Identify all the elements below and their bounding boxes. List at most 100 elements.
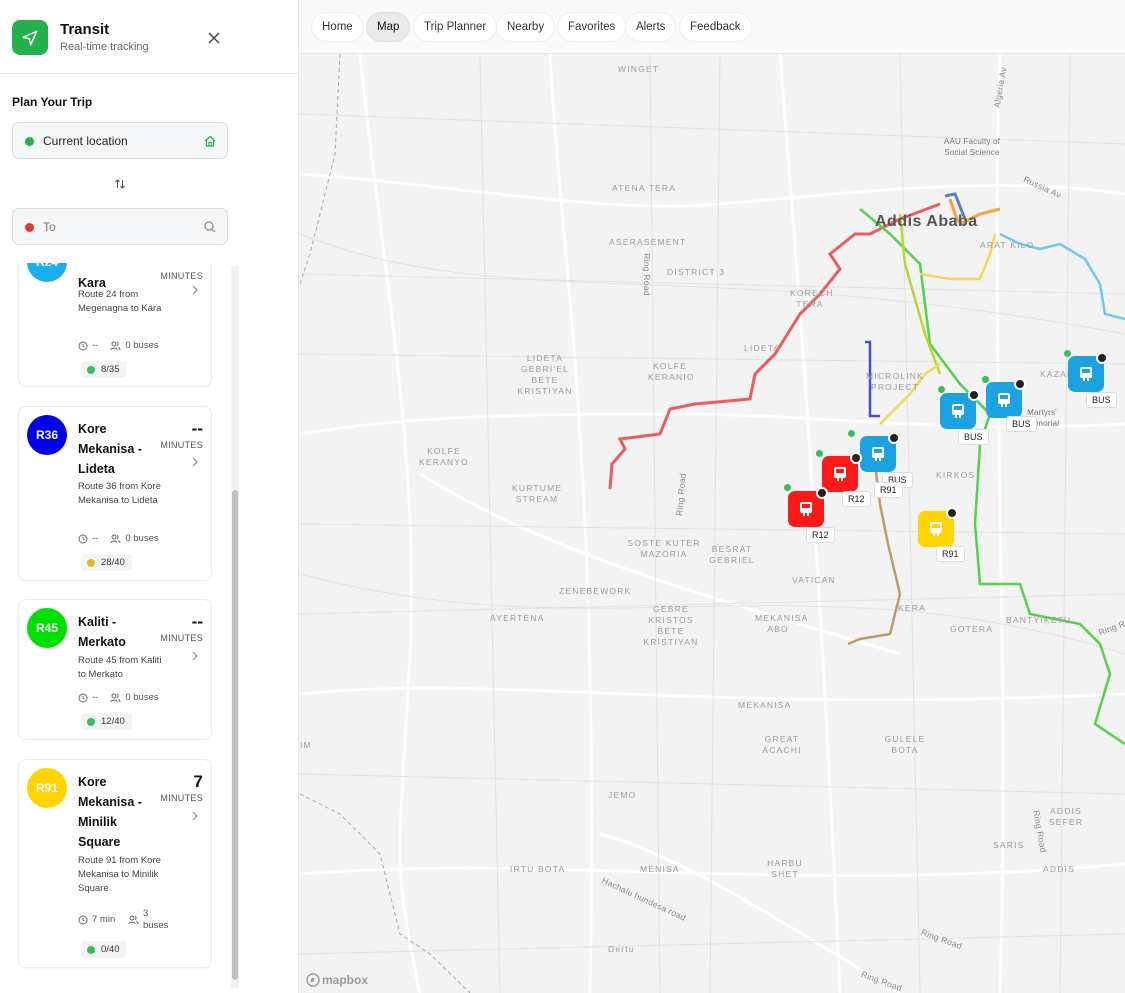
area-label: KORECH TERA bbox=[790, 288, 834, 309]
bus-icon bbox=[998, 393, 1010, 407]
area-label: IM bbox=[300, 740, 312, 750]
r12-marker[interactable] bbox=[788, 487, 828, 527]
vehicle-label: BUS bbox=[1006, 416, 1037, 432]
plan-trip-heading: Plan Your Trip bbox=[12, 95, 93, 109]
r12-marker[interactable] bbox=[822, 452, 862, 492]
route-badge: R36 bbox=[27, 415, 67, 455]
area-label: KIRKOS bbox=[936, 470, 976, 480]
mapbox-logo-icon bbox=[306, 973, 320, 987]
vehicle-label: R12 bbox=[842, 491, 871, 507]
from-field[interactable]: Current location bbox=[12, 122, 228, 159]
destination-input[interactable] bbox=[43, 217, 203, 237]
bus-icon bbox=[930, 522, 942, 536]
area-label: ARAT KILO bbox=[980, 240, 1035, 250]
origin-dot-icon bbox=[25, 137, 34, 146]
route-card-r45[interactable]: R45 Kaliti - Merkato -- MINUTES Route 45… bbox=[18, 599, 212, 740]
area-label: HARBU SHET bbox=[767, 858, 803, 879]
area-label: ZENEBEWORK bbox=[559, 586, 632, 596]
area-label: GEBRE KRISTOS BETE KRISTIYAN bbox=[643, 604, 699, 647]
route-card-r36[interactable]: R36 Kore Mekanisa - Lideta -- MINUTES Ro… bbox=[18, 406, 212, 581]
area-label: MENISA bbox=[640, 864, 680, 874]
area-label: ASERASEMENT bbox=[609, 237, 687, 247]
bus-marker[interactable] bbox=[940, 389, 980, 429]
users-icon bbox=[110, 693, 121, 702]
area-label: KURTUME STREAM bbox=[512, 483, 563, 504]
city-label: Addis Ababa bbox=[875, 213, 978, 230]
area-label: AYERTENA bbox=[490, 613, 545, 623]
navigation-arrow-icon bbox=[12, 20, 48, 55]
eta-meta: -- 0 buses bbox=[78, 533, 159, 544]
nav-home[interactable]: Home bbox=[312, 13, 363, 41]
bus-icon bbox=[1080, 367, 1092, 381]
area-label: SOSTE KUTER MAZORIA bbox=[627, 538, 701, 559]
clock-icon bbox=[78, 693, 88, 702]
nav-trip-planner[interactable]: Trip Planner bbox=[414, 13, 497, 41]
users-icon bbox=[128, 915, 139, 925]
eta-value: 7 bbox=[193, 772, 203, 791]
to-field[interactable] bbox=[12, 208, 228, 245]
bus-marker[interactable] bbox=[986, 378, 1026, 418]
mapbox-attribution[interactable]: mapbox bbox=[306, 973, 368, 987]
eta-unit: MINUTES bbox=[160, 633, 203, 643]
vehicle-label: R91 bbox=[936, 546, 965, 562]
r91-marker[interactable] bbox=[918, 507, 958, 547]
area-label: Dertu bbox=[608, 944, 635, 954]
occupancy-badge: 12/40 bbox=[81, 713, 132, 730]
route-card-r24[interactable]: R24 Kara MINUTES Route 24 from Megenagna… bbox=[18, 263, 212, 387]
map-canvas[interactable]: WINGET ATENA TERA ASERASEMENT DISTRICT 3… bbox=[300, 54, 1125, 993]
nav-feedback[interactable]: Feedback bbox=[680, 13, 751, 41]
nav-favorites[interactable]: Favorites bbox=[558, 13, 626, 41]
area-label: GOTERA bbox=[950, 624, 994, 634]
eta-value: -- bbox=[191, 612, 203, 631]
stop-dot-icon bbox=[848, 430, 855, 437]
bus-icon bbox=[834, 467, 846, 481]
home-icon[interactable] bbox=[203, 134, 217, 148]
area-label: BESRAT GEBRIEL bbox=[709, 544, 755, 565]
area-label: JEMO bbox=[608, 790, 637, 800]
road-label: Ring Road bbox=[641, 253, 652, 296]
app-root: Transit Real-time tracking Plan Your Tri… bbox=[0, 0, 1125, 993]
bus-icon bbox=[872, 447, 884, 461]
area-label: BANTYIKETU bbox=[1006, 615, 1072, 625]
vehicle-label: BUS bbox=[958, 429, 989, 445]
area-label: MICROLINK PROJECT bbox=[865, 371, 925, 392]
eta-meta: 7 min 3 buses bbox=[78, 908, 188, 932]
route-description: Route 91 from Kore Mekanisa to Minilik S… bbox=[78, 855, 161, 894]
nav-alerts[interactable]: Alerts bbox=[626, 13, 676, 41]
eta-meta: -- 0 buses bbox=[78, 692, 159, 703]
eta-unit: MINUTES bbox=[160, 440, 203, 450]
clock-icon bbox=[78, 341, 88, 350]
top-nav: Home Map Trip Planner Nearby Favorites A… bbox=[300, 0, 1125, 54]
route-card-r91[interactable]: R91 Kore Mekanisa - Minilik Square 7 MIN… bbox=[18, 759, 212, 968]
vehicle-label: R91 bbox=[874, 482, 903, 498]
stop-dot-icon bbox=[938, 386, 945, 393]
eta-unit: MINUTES bbox=[160, 271, 203, 281]
close-sidebar-button[interactable] bbox=[204, 28, 224, 48]
nav-nearby[interactable]: Nearby bbox=[497, 13, 555, 41]
swap-locations-button[interactable] bbox=[111, 176, 129, 192]
bus-icon bbox=[800, 502, 812, 516]
chevron-right-icon bbox=[192, 285, 198, 295]
occupancy-dot-icon bbox=[87, 717, 95, 726]
swap-arrows-icon bbox=[115, 179, 125, 189]
area-label: ADDIS SEFER bbox=[1048, 806, 1084, 827]
vehicle-label: BUS bbox=[1086, 392, 1117, 408]
bus-icon bbox=[952, 404, 964, 418]
area-label: KERA bbox=[898, 603, 926, 613]
routes-scrollbar-thumb[interactable] bbox=[232, 490, 238, 980]
search-icon bbox=[204, 221, 216, 233]
chevron-right-icon bbox=[192, 651, 198, 661]
bus-marker[interactable] bbox=[860, 432, 900, 472]
area-label: IRTU BOTA bbox=[510, 864, 566, 874]
users-icon bbox=[110, 534, 121, 543]
area-label: LIDETA GEBRI'EL BETE KRISTIYAN bbox=[517, 353, 573, 396]
users-icon bbox=[110, 341, 121, 350]
area-label: ADDIS bbox=[1043, 864, 1075, 874]
occupancy-badge: 8/35 bbox=[81, 361, 127, 378]
bus-marker[interactable] bbox=[1068, 352, 1108, 392]
area-label: SARIS bbox=[993, 840, 1025, 850]
map-background bbox=[300, 54, 1125, 993]
nav-map[interactable]: Map bbox=[367, 13, 410, 41]
route-name: Kore Mekanisa - Minilik Square bbox=[78, 775, 142, 849]
stop-dot-icon bbox=[1064, 350, 1071, 357]
